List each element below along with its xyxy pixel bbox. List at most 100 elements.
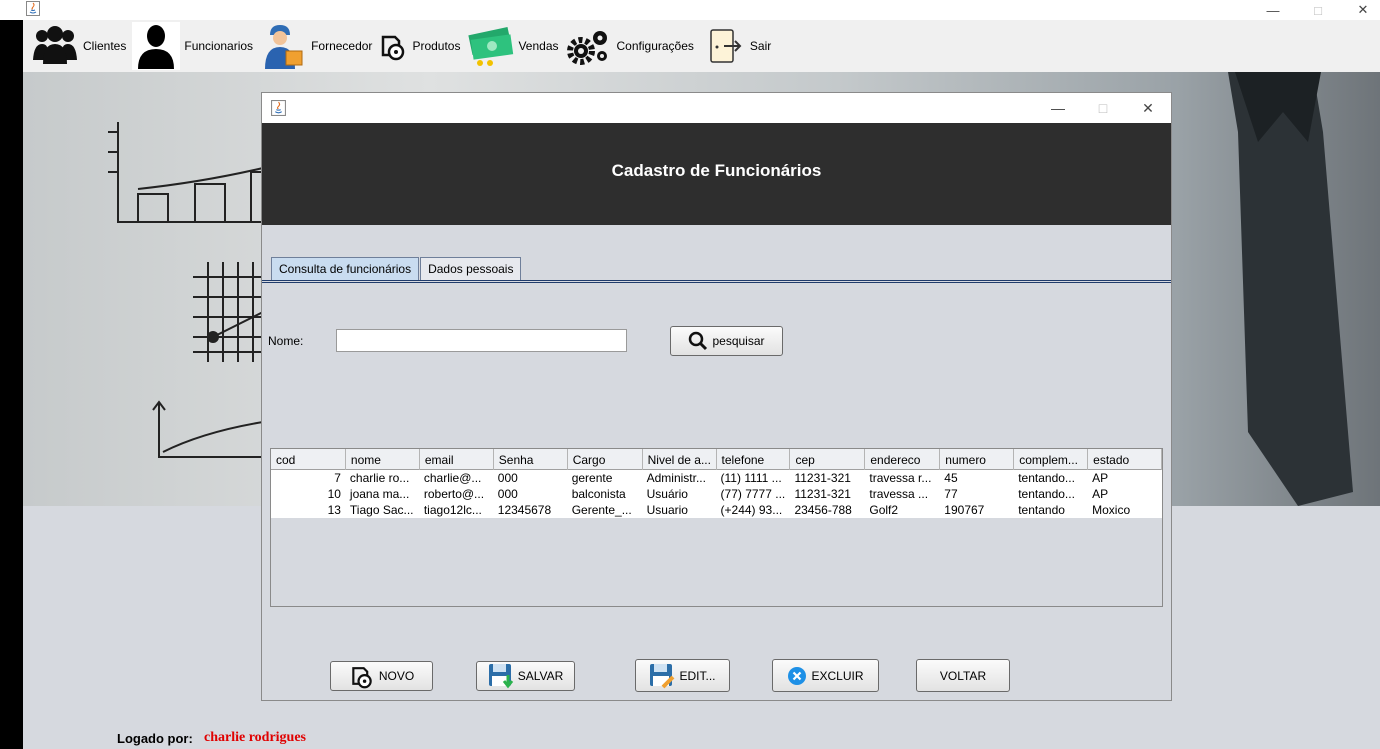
- table-cell: tiago12lc...: [423, 503, 482, 517]
- pesquisar-button[interactable]: pesquisar: [670, 326, 783, 356]
- gears-icon: [565, 22, 613, 70]
- column-header[interactable]: cod: [271, 449, 346, 470]
- column-header[interactable]: Senha: [494, 449, 568, 470]
- table-cell: (77) 7777 ...: [720, 487, 786, 501]
- minimize-icon[interactable]: —: [1035, 93, 1081, 123]
- table-cell: 45: [944, 471, 958, 485]
- dialog-titlebar: — □ ✕: [262, 93, 1171, 123]
- cadastro-funcionarios-dialog: — □ ✕ Cadastro de Funcionários Consulta …: [261, 92, 1172, 701]
- menu-item-produtos[interactable]: Produtos: [378, 20, 466, 72]
- table-row[interactable]: 7 charlie ro... charlie@... 000 gerente Admin…: [271, 470, 1162, 486]
- table-cell: travessa r...: [869, 471, 932, 485]
- table-cell: 7: [334, 471, 341, 485]
- column-header[interactable]: complem...: [1014, 449, 1089, 470]
- tab-consulta-funcionarios[interactable]: Consulta de funcionários: [271, 257, 420, 280]
- table-cell: 190767: [944, 503, 985, 517]
- table-body: 7 charlie ro... charlie@... 000 gerente Admin…: [271, 470, 1162, 518]
- minimize-icon[interactable]: —: [1250, 0, 1296, 20]
- column-header[interactable]: Cargo: [568, 449, 643, 470]
- table-cell: Usuário: [646, 487, 688, 501]
- column-header[interactable]: numero: [940, 449, 1015, 470]
- voltar-button[interactable]: VOLTAR: [916, 659, 1010, 692]
- novo-button[interactable]: NOVO: [330, 661, 433, 691]
- table-cell: Usuario: [646, 503, 688, 517]
- delete-x-icon: [787, 666, 807, 686]
- novo-label: NOVO: [378, 669, 415, 683]
- people-icon: [31, 22, 79, 70]
- table-cell: Moxico: [1092, 503, 1131, 517]
- logged-label: Logado por:: [117, 731, 193, 746]
- save-edit-icon: [649, 663, 675, 689]
- funcionarios-table[interactable]: cod nome email Senha Cargo Nivel de a... telef…: [270, 448, 1163, 607]
- menu-item-sair[interactable]: Sair: [706, 20, 777, 72]
- excluir-button[interactable]: EXCLUIR: [772, 659, 879, 692]
- main-window-titlebar: — □ ✕: [0, 0, 1380, 20]
- column-header[interactable]: cep: [790, 449, 866, 470]
- table-cell: tentando: [1018, 503, 1065, 517]
- menu-label: Configurações: [616, 39, 694, 53]
- menu-label: Vendas: [518, 39, 559, 53]
- logged-user-name: charlie rodrigues: [204, 730, 307, 745]
- table-cell: 12345678: [497, 503, 552, 517]
- table-cell: balconista: [571, 487, 626, 501]
- page-title: Cadastro de Funcionários: [611, 161, 822, 180]
- table-cell: AP: [1092, 471, 1109, 485]
- table-cell: roberto@...: [423, 487, 485, 501]
- table-cell: gerente: [571, 471, 613, 485]
- column-header[interactable]: email: [420, 449, 494, 470]
- table-cell: tentando...: [1018, 471, 1075, 485]
- menu-label: Funcionarios: [184, 39, 254, 53]
- person-icon: [132, 22, 181, 70]
- table-cell: travessa ...: [869, 487, 929, 501]
- table-cell: Golf2: [869, 503, 899, 517]
- tab-bar: Consulta de funcionários Dados pessoais: [271, 257, 522, 280]
- java-app-icon: [271, 100, 286, 116]
- money-icon: [466, 22, 514, 70]
- tab-divider: [262, 280, 1171, 283]
- table-cell: (11) 1111 ...: [720, 471, 782, 485]
- column-header[interactable]: nome: [346, 449, 420, 470]
- window-left-edge: [0, 0, 23, 749]
- table-cell: (+244) 93...: [720, 503, 783, 517]
- close-icon[interactable]: ✕: [1125, 93, 1171, 123]
- menu-item-funcionarios[interactable]: Funcionarios: [132, 20, 259, 72]
- table-cell: tentando...: [1018, 487, 1075, 501]
- nome-search-input[interactable]: [336, 329, 627, 352]
- table-cell: 10: [327, 487, 341, 501]
- main-menu-bar: Clientes Funcionarios Fornecedor Produto…: [23, 20, 1380, 72]
- maximize-icon[interactable]: □: [1080, 93, 1126, 123]
- table-cell: 23456-788: [794, 503, 852, 517]
- menu-item-vendas[interactable]: Vendas: [466, 20, 564, 72]
- pesquisar-label: pesquisar: [712, 334, 765, 348]
- menu-label: Fornecedor: [311, 39, 373, 53]
- dialog-header: Cadastro de Funcionários: [262, 123, 1171, 225]
- table-cell: 11231-321: [794, 487, 851, 501]
- java-app-icon: [26, 1, 40, 16]
- editar-label: EDIT...: [679, 668, 716, 683]
- column-header[interactable]: Nivel de a...: [643, 449, 717, 470]
- save-download-icon: [488, 663, 514, 689]
- menu-item-configuracoes[interactable]: Configurações: [565, 20, 700, 72]
- table-cell: Gerente_...: [571, 503, 632, 517]
- menu-label: Clientes: [83, 39, 127, 53]
- menu-item-fornecedor[interactable]: Fornecedor: [259, 20, 378, 72]
- table-cell: 77: [944, 487, 958, 501]
- salvar-button[interactable]: SALVAR: [476, 661, 575, 691]
- editar-button[interactable]: EDIT...: [635, 659, 730, 692]
- close-icon[interactable]: ✕: [1340, 0, 1380, 20]
- tab-dados-pessoais[interactable]: Dados pessoais: [420, 257, 522, 280]
- column-header[interactable]: endereco: [865, 449, 941, 470]
- maximize-icon[interactable]: □: [1295, 0, 1341, 20]
- table-cell: 13: [327, 503, 341, 517]
- nome-label: Nome:: [268, 334, 304, 348]
- new-document-icon: [349, 663, 375, 689]
- table-row[interactable]: 13 Tiago Sac... tiago12lc... 12345678 Gerent…: [271, 502, 1162, 518]
- table-cell: joana ma...: [349, 487, 410, 501]
- column-header[interactable]: estado: [1088, 449, 1163, 470]
- menu-label: Sair: [749, 39, 772, 53]
- column-header[interactable]: telefone: [717, 449, 791, 470]
- table-row[interactable]: 10 joana ma... roberto@... 000 balconista Usu…: [271, 486, 1162, 502]
- table-header: cod nome email Senha Cargo Nivel de a... telef…: [271, 449, 1163, 470]
- table-cell: 000: [497, 487, 518, 501]
- menu-item-clientes[interactable]: Clientes: [31, 20, 132, 72]
